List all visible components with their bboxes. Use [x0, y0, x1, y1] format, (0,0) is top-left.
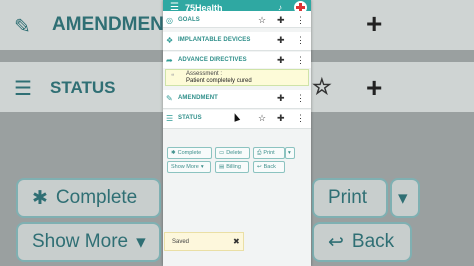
bg-print-button: Print — [312, 178, 388, 218]
section-goals-label: GOALS — [178, 17, 200, 23]
trash-icon: ▭ — [219, 150, 225, 156]
bg-print-dropdown: ▾ — [390, 178, 420, 218]
show-more-label: Show More — [171, 164, 199, 170]
target-icon: ◎ — [166, 16, 173, 25]
print-button[interactable]: ⎙ Print — [253, 147, 285, 159]
bg-amendment-label: AMENDMENT — [52, 14, 176, 35]
plus-icon[interactable]: ✚ — [277, 113, 285, 124]
bg-arrow-left-icon: ↩ — [328, 231, 344, 253]
section-goals[interactable]: ◎ GOALS ☆ ✚ ⋮ — [163, 11, 311, 28]
bg-status-label: STATUS — [50, 78, 116, 97]
section-amendment[interactable]: ✎ AMENDMENT ✚ ⋮ — [163, 90, 311, 109]
section-advance-directives[interactable]: ➦ ADVANCE DIRECTIVES ✚ ⋮ — [163, 52, 311, 68]
bg-plus-icon-2: + — [366, 72, 383, 103]
delete-button[interactable]: ▭ Delete — [215, 147, 250, 159]
quote-icon: ❝ — [171, 74, 175, 80]
billing-icon: ▤ — [219, 164, 225, 170]
bg-show-more-button: Show More ▾ — [16, 222, 161, 262]
section-implantable-devices[interactable]: ❖ IMPLANTABLE DEVICES ✚ ⋮ — [163, 32, 311, 51]
back-button[interactable]: ↩ Back — [253, 161, 285, 173]
plus-icon[interactable]: ✚ — [277, 15, 285, 26]
more-icon[interactable]: ⋮ — [296, 113, 305, 124]
bg-complete-label: Complete — [55, 187, 138, 208]
show-more-button[interactable]: Show More ▾ — [167, 161, 211, 173]
share-icon: ➦ — [166, 56, 173, 65]
more-icon[interactable]: ⋮ — [296, 15, 305, 26]
star-icon[interactable]: ☆ — [258, 15, 266, 26]
bg-show-more-label: Show More — [32, 231, 129, 252]
billing-label: Billing — [226, 164, 241, 170]
chevron-down-icon: ▾ — [200, 164, 204, 170]
pencil-icon: ✎ — [166, 94, 173, 103]
bg-back-button: ↩ Back — [312, 222, 412, 262]
section-amendment-label: AMENDMENT — [178, 95, 218, 101]
toast-message: Saved — [172, 239, 190, 245]
gear-icon: ✱ — [171, 150, 176, 156]
printer-icon: ⎙ — [257, 149, 262, 156]
bg-list-icon: ☰ — [14, 78, 32, 100]
complete-button[interactable]: ✱ Complete — [167, 147, 212, 159]
assessment-box: ❝ Assessment : Patient completely cured — [165, 69, 309, 86]
bg-gear-icon: ✱ — [32, 187, 48, 209]
section-advance-directives-label: ADVANCE DIRECTIVES — [178, 57, 247, 63]
device-icon: ❖ — [166, 36, 174, 45]
more-icon[interactable]: ⋮ — [296, 93, 305, 104]
bg-plus-icon: + — [366, 8, 383, 39]
saved-toast: Saved ✖ — [164, 232, 244, 251]
bg-star-icon: ☆ — [312, 74, 332, 99]
bg-complete-button: ✱ Complete — [16, 178, 161, 218]
assessment-title: Assessment : — [186, 71, 223, 77]
more-icon[interactable]: ⋮ — [296, 55, 305, 66]
complete-label: Complete — [177, 150, 202, 156]
star-icon[interactable]: ☆ — [258, 113, 266, 124]
arrow-left-icon: ↩ — [257, 164, 262, 170]
plus-icon[interactable]: ✚ — [277, 55, 285, 66]
back-label: Back — [263, 164, 276, 170]
print-label: Print — [263, 150, 275, 156]
bg-pencil-icon: ✎ — [14, 16, 31, 38]
bg-print-label: Print — [328, 187, 368, 208]
phone-screen: ☰ 75Health ♪ ◎ GOALS ☆ ✚ ⋮ ❖ IMPLANTABLE… — [163, 0, 311, 266]
more-icon[interactable]: ⋮ — [296, 35, 305, 46]
close-icon[interactable]: ✖ — [233, 237, 240, 246]
print-dropdown-button[interactable]: ▾ — [285, 147, 295, 159]
plus-icon[interactable]: ✚ — [277, 35, 285, 46]
delete-label: Delete — [226, 150, 243, 156]
section-status-label: STATUS — [178, 115, 202, 121]
billing-button[interactable]: ▤ Billing — [215, 161, 249, 173]
section-implantable-devices-label: IMPLANTABLE DEVICES — [178, 37, 251, 43]
list-icon: ☰ — [166, 114, 174, 123]
plus-icon[interactable]: ✚ — [277, 93, 285, 104]
bg-chevron-down-icon: ▾ — [136, 231, 146, 253]
assessment-value: Patient completely cured — [186, 78, 252, 84]
chevron-down-icon: ▾ — [288, 150, 291, 156]
bg-back-label: Back — [351, 231, 395, 252]
